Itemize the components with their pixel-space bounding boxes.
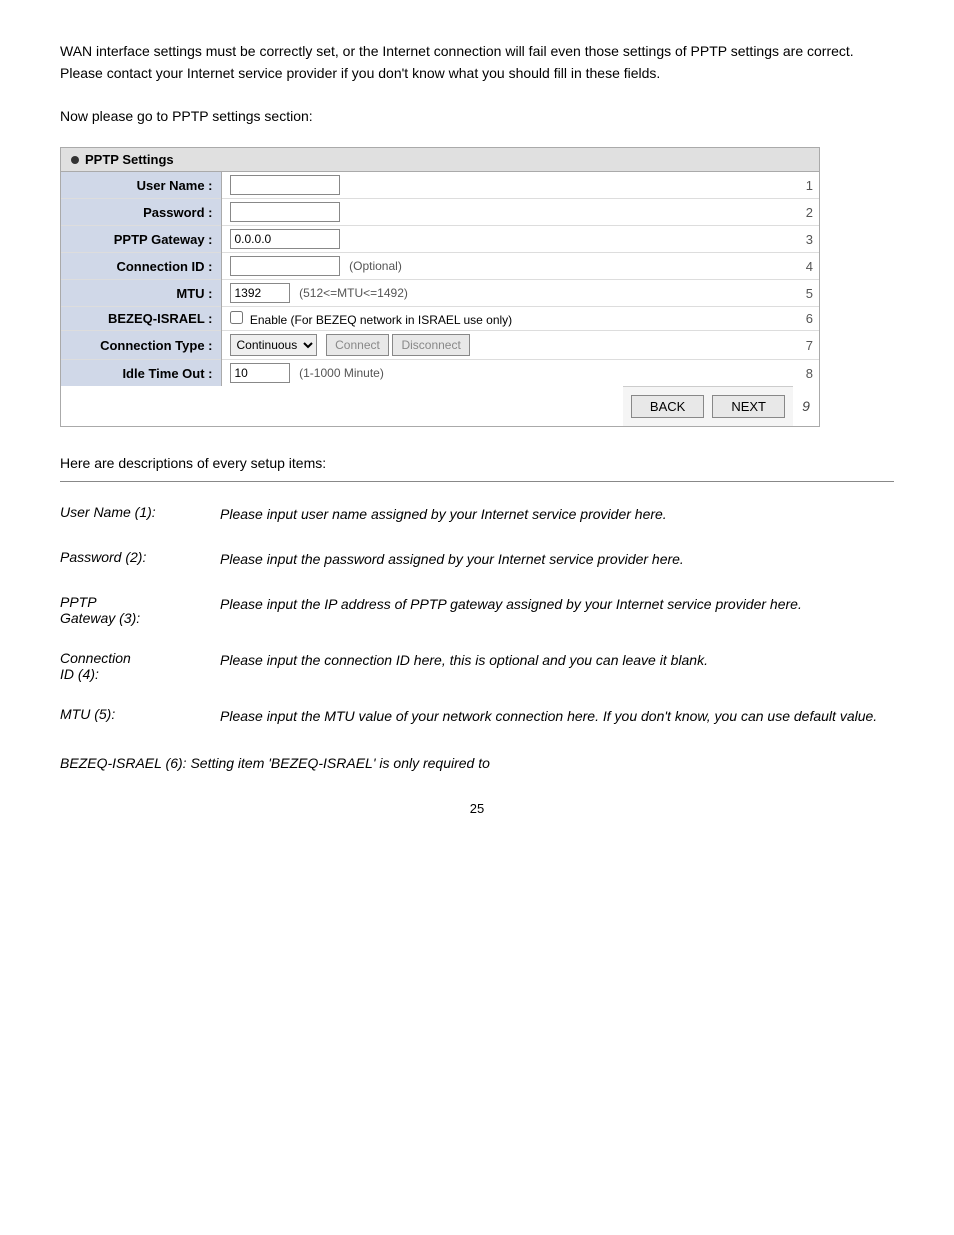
password-input-cell — [221, 199, 799, 226]
pptp-header: PPTP Settings — [61, 148, 819, 172]
desc-key-mtu: MTU (5): — [60, 700, 220, 745]
bezeq-description-line: BEZEQ-ISRAEL (6): Setting item 'BEZEQ-IS… — [60, 755, 894, 771]
table-row: Password : 2 — [61, 199, 819, 226]
desc-val-password: Please input the password assigned by yo… — [220, 543, 894, 588]
password-label: Password : — [61, 199, 221, 226]
page-number: 25 — [60, 801, 894, 816]
bezeq-checkbox[interactable] — [230, 311, 243, 324]
descriptions-section: Here are descriptions of every setup ite… — [60, 455, 894, 771]
table-row: Connection Type : Continuous Connect Dis… — [61, 331, 819, 360]
username-label: User Name : — [61, 172, 221, 199]
table-row: User Name : 1 — [61, 172, 819, 199]
desc-row-connection-id: Connection ID (4): Please input the conn… — [60, 644, 894, 700]
pptp-header-dot — [71, 156, 79, 164]
connection-id-input-cell: (Optional) — [221, 253, 799, 280]
pptp-gateway-input[interactable] — [230, 229, 340, 249]
btn-row-num: 9 — [793, 398, 819, 414]
next-button[interactable]: NEXT — [712, 395, 785, 418]
table-row: Connection ID : (Optional) 4 — [61, 253, 819, 280]
descriptions-table: User Name (1): Please input user name as… — [60, 498, 894, 745]
desc-val-mtu: Please input the MTU value of your netwo… — [220, 700, 894, 745]
desc-key-connection-id: Connection ID (4): — [60, 644, 220, 700]
idle-timeout-label: Idle Time Out : — [61, 360, 221, 387]
mtu-input-cell: (512<=MTU<=1492) — [221, 280, 799, 307]
pptp-header-label: PPTP Settings — [85, 152, 174, 167]
connection-type-label: Connection Type : — [61, 331, 221, 360]
bezeq-checkbox-label[interactable]: Enable (For BEZEQ network in ISRAEL use … — [230, 313, 513, 327]
row-num-2: 2 — [799, 199, 819, 226]
mtu-label: MTU : — [61, 280, 221, 307]
idle-timeout-input-cell: (1-1000 Minute) — [221, 360, 799, 387]
password-input[interactable] — [230, 202, 340, 222]
bezeq-input-cell: Enable (For BEZEQ network in ISRAEL use … — [221, 307, 799, 331]
desc-val-username: Please input user name assigned by your … — [220, 498, 894, 543]
desc-val-pptp-gateway: Please input the IP address of PPTP gate… — [220, 588, 894, 644]
desc-key-username: User Name (1): — [60, 498, 220, 543]
row-num-4: 4 — [799, 253, 819, 280]
username-input-cell — [221, 172, 799, 199]
row-num-1: 1 — [799, 172, 819, 199]
row-num-7: 7 — [799, 331, 819, 360]
desc-row-username: User Name (1): Please input user name as… — [60, 498, 894, 543]
bezeq-label: BEZEQ-ISRAEL : — [61, 307, 221, 331]
row-num-3: 3 — [799, 226, 819, 253]
table-row: MTU : (512<=MTU<=1492) 5 — [61, 280, 819, 307]
connection-id-label: Connection ID : — [61, 253, 221, 280]
connection-type-cell: Continuous Connect Disconnect — [221, 331, 799, 360]
desc-row-password: Password (2): Please input the password … — [60, 543, 894, 588]
row-num-5: 5 — [799, 280, 819, 307]
descriptions-title: Here are descriptions of every setup ite… — [60, 455, 894, 471]
pptp-gateway-input-cell — [221, 226, 799, 253]
optional-hint: (Optional) — [349, 259, 402, 273]
bezeq-text: Enable (For BEZEQ network in ISRAEL use … — [250, 313, 512, 327]
row-num-8: 8 — [799, 360, 819, 387]
connect-button[interactable]: Connect — [326, 334, 389, 356]
table-row: Idle Time Out : (1-1000 Minute) 8 — [61, 360, 819, 387]
divider — [60, 481, 894, 482]
desc-val-connection-id: Please input the connection ID here, thi… — [220, 644, 894, 700]
back-button[interactable]: BACK — [631, 395, 704, 418]
connection-type-select[interactable]: Continuous — [230, 334, 317, 356]
desc-key-password: Password (2): — [60, 543, 220, 588]
pptp-table: User Name : 1 Password : 2 PPTP Gateway … — [61, 172, 819, 386]
disconnect-button[interactable]: Disconnect — [392, 334, 469, 356]
intro-para1: WAN interface settings must be correctly… — [60, 40, 894, 85]
table-row: PPTP Gateway : 3 — [61, 226, 819, 253]
intro-para2: Now please go to PPTP settings section: — [60, 105, 894, 127]
username-input[interactable] — [230, 175, 340, 195]
connection-id-input[interactable] — [230, 256, 340, 276]
row-num-6: 6 — [799, 307, 819, 331]
desc-key-pptp-gateway: PPTP Gateway (3): — [60, 588, 220, 644]
mtu-hint: (512<=MTU<=1492) — [299, 286, 408, 300]
mtu-input[interactable] — [230, 283, 290, 303]
idle-timeout-input[interactable] — [230, 363, 290, 383]
idle-hint: (1-1000 Minute) — [299, 366, 384, 380]
desc-row-pptp-gateway: PPTP Gateway (3): Please input the IP ad… — [60, 588, 894, 644]
table-row: BEZEQ-ISRAEL : Enable (For BEZEQ network… — [61, 307, 819, 331]
pptp-settings-box: PPTP Settings User Name : 1 Password : 2… — [60, 147, 820, 427]
pptp-gateway-label: PPTP Gateway : — [61, 226, 221, 253]
desc-row-mtu: MTU (5): Please input the MTU value of y… — [60, 700, 894, 745]
